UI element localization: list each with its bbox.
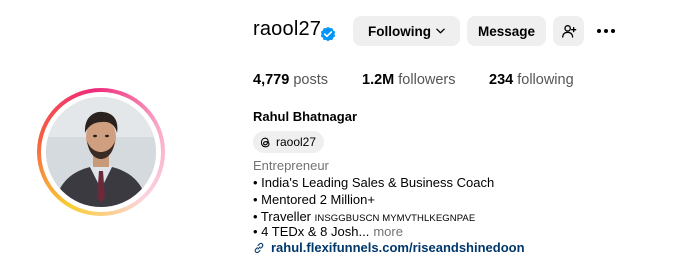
following-label: following bbox=[517, 72, 574, 88]
following-button[interactable]: Following bbox=[353, 16, 460, 46]
more-options-icon[interactable] bbox=[594, 22, 618, 40]
profile-avatar[interactable] bbox=[37, 88, 165, 216]
profile-username: raool27 bbox=[253, 18, 322, 40]
followers-count: 1.2M bbox=[362, 72, 395, 88]
threads-handle: raool27 bbox=[276, 135, 317, 149]
posts-label: posts bbox=[293, 72, 328, 88]
profile-full-name: Rahul Bhatnagar bbox=[253, 109, 358, 124]
verified-badge-icon bbox=[320, 26, 336, 42]
suggest-similar-button[interactable] bbox=[553, 16, 584, 46]
message-button-label: Message bbox=[477, 23, 536, 39]
posts-count: 4,779 bbox=[253, 72, 290, 88]
avatar-photo bbox=[46, 97, 156, 207]
bio-line: • Mentored 2 Million+ bbox=[253, 192, 375, 207]
following-button-label: Following bbox=[368, 23, 431, 39]
following-stat[interactable]: 234 following bbox=[489, 72, 574, 88]
bio-line: • India's Leading Sales & Business Coach bbox=[253, 175, 495, 190]
profile-link[interactable]: rahul.flexifunnels.com/riseandshinedoon bbox=[253, 240, 525, 255]
bio-line-small-text: INSGGBUSCN MYMVTHLKEGNPAE bbox=[314, 213, 476, 224]
message-button[interactable]: Message bbox=[467, 16, 546, 46]
bio-line-text: • Traveller bbox=[253, 209, 315, 224]
threads-icon bbox=[260, 137, 270, 147]
followers-label: followers bbox=[398, 72, 456, 88]
profile-link-text: rahul.flexifunnels.com/riseandshinedoon bbox=[271, 240, 525, 255]
threads-badge[interactable]: raool27 bbox=[253, 131, 325, 153]
add-user-icon bbox=[561, 25, 576, 38]
chevron-down-icon bbox=[436, 28, 445, 34]
profile-category: Entrepreneur bbox=[253, 158, 329, 173]
bio-line: • 4 TEDx & 8 Josh... more bbox=[253, 224, 403, 240]
followers-stat[interactable]: 1.2M followers bbox=[362, 72, 456, 88]
more-link[interactable]: more bbox=[373, 224, 403, 239]
following-count: 234 bbox=[489, 72, 514, 88]
link-icon bbox=[254, 242, 264, 253]
bio-line-text: • 4 TEDx & 8 Josh... bbox=[253, 224, 370, 239]
posts-stat: 4,779 posts bbox=[253, 72, 328, 88]
